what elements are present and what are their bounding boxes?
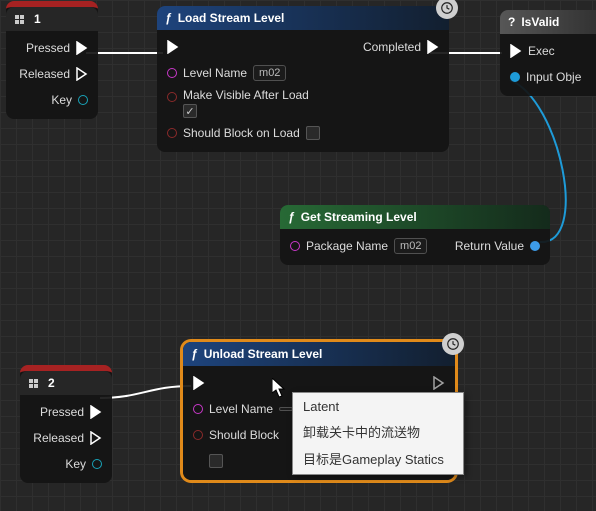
pin-exec-in[interactable] bbox=[193, 372, 205, 394]
branch-icon: ? bbox=[508, 15, 515, 29]
node-header: ? IsValid bbox=[500, 10, 596, 34]
function-icon: ƒ bbox=[165, 11, 172, 25]
should-block-checkbox[interactable] bbox=[306, 126, 320, 140]
pin-exec-in[interactable] bbox=[167, 36, 179, 58]
pin-should-block[interactable]: Should Block on Load bbox=[167, 122, 439, 144]
latent-badge bbox=[442, 333, 464, 355]
isvalid-node[interactable]: ? IsValid Exec Input Obje bbox=[500, 10, 596, 96]
pin-level-name[interactable]: Level Name m02 bbox=[167, 62, 439, 84]
data-pin-icon bbox=[167, 68, 177, 78]
input-glyph-icon bbox=[28, 377, 42, 389]
data-pin-icon bbox=[167, 128, 177, 138]
data-pin-icon bbox=[92, 459, 102, 469]
tooltip-title: Latent bbox=[303, 399, 453, 414]
pin-exec-in[interactable]: Exec bbox=[510, 40, 596, 62]
pin-return-value[interactable]: Return Value bbox=[455, 235, 540, 257]
input-action-1-node[interactable]: 1 Pressed Released Key bbox=[6, 1, 98, 119]
function-icon: ƒ bbox=[191, 347, 198, 361]
function-icon: ƒ bbox=[288, 210, 295, 224]
pin-key[interactable]: Key bbox=[16, 89, 88, 111]
make-visible-checkbox[interactable]: ✓ bbox=[183, 104, 197, 118]
exec-out-icon bbox=[76, 67, 88, 81]
exec-in-icon bbox=[167, 40, 179, 54]
node-title: IsValid bbox=[521, 15, 559, 29]
tooltip-line: 卸载关卡中的流送物 bbox=[303, 422, 453, 441]
node-title: Unload Stream Level bbox=[204, 347, 323, 361]
node-title: 1 bbox=[34, 12, 41, 26]
exec-in-icon bbox=[193, 376, 205, 390]
get-streaming-level-node[interactable]: ƒ Get Streaming Level Package Name m02 R… bbox=[280, 205, 550, 265]
pin-key[interactable]: Key bbox=[30, 453, 102, 475]
should-block-checkbox[interactable] bbox=[209, 454, 223, 468]
node-header: ƒ Unload Stream Level bbox=[183, 342, 455, 366]
node-header: ƒ Get Streaming Level bbox=[280, 205, 550, 229]
node-header: ƒ Load Stream Level bbox=[157, 6, 449, 30]
pin-released[interactable]: Released bbox=[16, 63, 88, 85]
exec-out-icon bbox=[90, 431, 102, 445]
node-title: 2 bbox=[48, 376, 55, 390]
input-action-2-node[interactable]: 2 Pressed Released Key bbox=[20, 365, 112, 483]
pin-released[interactable]: Released bbox=[30, 427, 102, 449]
pin-make-visible[interactable]: Make Visible After Load ✓ bbox=[167, 88, 439, 118]
data-pin-icon bbox=[193, 404, 203, 414]
tooltip: Latent 卸载关卡中的流送物 目标是Gameplay Statics bbox=[292, 392, 464, 475]
data-pin-icon bbox=[290, 241, 300, 251]
load-stream-level-node[interactable]: ƒ Load Stream Level Completed Level Name… bbox=[157, 6, 449, 152]
exec-out-icon bbox=[76, 41, 88, 55]
pin-exec-out[interactable] bbox=[433, 372, 445, 394]
package-name-input[interactable]: m02 bbox=[394, 238, 427, 254]
pin-package-name[interactable]: Package Name m02 bbox=[290, 235, 427, 257]
data-pin-icon bbox=[193, 430, 203, 440]
input-glyph-icon bbox=[14, 13, 28, 25]
pin-completed[interactable]: Completed bbox=[363, 36, 439, 58]
pin-input-object[interactable]: Input Obje bbox=[510, 66, 596, 88]
level-name-input[interactable]: m02 bbox=[253, 65, 286, 81]
latent-badge bbox=[436, 0, 458, 19]
data-pin-icon bbox=[510, 72, 520, 82]
exec-in-icon bbox=[510, 44, 522, 58]
data-pin-icon bbox=[167, 92, 177, 102]
exec-out-icon bbox=[427, 40, 439, 54]
level-name-input[interactable] bbox=[279, 407, 293, 411]
exec-out-icon bbox=[433, 376, 445, 390]
pin-pressed[interactable]: Pressed bbox=[16, 37, 88, 59]
node-title: Load Stream Level bbox=[178, 11, 285, 25]
tooltip-line: 目标是Gameplay Statics bbox=[303, 449, 453, 468]
data-pin-icon bbox=[530, 241, 540, 251]
node-title: Get Streaming Level bbox=[301, 210, 417, 224]
exec-out-icon bbox=[90, 405, 102, 419]
data-pin-icon bbox=[78, 95, 88, 105]
pin-pressed[interactable]: Pressed bbox=[30, 401, 102, 423]
